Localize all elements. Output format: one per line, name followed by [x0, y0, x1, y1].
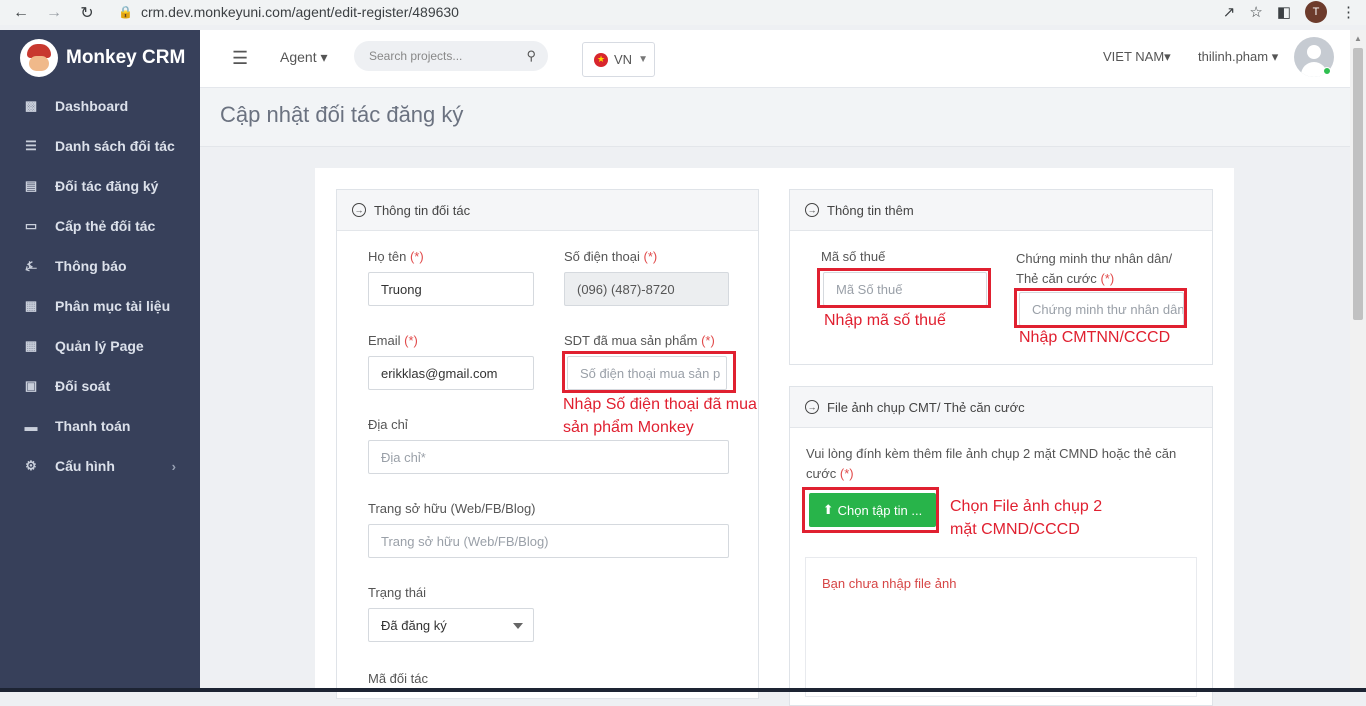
bar-chart-icon: ▩	[24, 98, 38, 113]
sidebar-item-reconciliation[interactable]: ▣ Đối soát	[0, 366, 200, 406]
extra-info-header: → Thông tin thêm	[790, 190, 1212, 231]
credit-card-icon: ▬	[24, 418, 38, 434]
tax-highlight	[817, 268, 991, 308]
partner-info-panel: → Thông tin đối tác Họ tên (*) Truong Số…	[336, 189, 759, 699]
forward-icon[interactable]: →	[43, 2, 65, 24]
caret-down-icon	[513, 623, 523, 629]
bookmark-star-icon[interactable]: ☆	[1249, 3, 1262, 21]
sidebar-item-notifications[interactable]: ⍼ Thông báo	[0, 246, 200, 286]
sidebar-item-registered-partners[interactable]: ▤ Đối tác đăng ký	[0, 166, 200, 206]
top-navbar: ☰ Agent ▾ Search projects... ⚲ ★ VN ▼ VI…	[200, 30, 1350, 88]
taskbar-strip	[0, 688, 1366, 692]
more-menu-icon[interactable]: ⋮	[1341, 3, 1356, 21]
tax-label: Mã số thuế	[821, 249, 886, 264]
chevron-right-icon: ›	[171, 458, 176, 474]
sidebar-item-settings[interactable]: ⚙ Cấu hình ›	[0, 446, 200, 486]
sidebar-item-issue-card[interactable]: ▭ Cấp thẻ đối tác	[0, 206, 200, 246]
lock-icon: 🔒	[118, 5, 133, 19]
name-label: Họ tên (*)	[368, 249, 424, 264]
tax-annotation: Nhập mã số thuế	[824, 312, 946, 329]
user-dropdown[interactable]: thilinh.pham ▾	[1198, 49, 1278, 65]
sidebar-item-page-management[interactable]: ▦ Quản lý Page	[0, 326, 200, 366]
book-icon: ▦	[24, 298, 38, 313]
id-annotation: Nhập CMTNN/CCCD	[1019, 329, 1171, 346]
name-field[interactable]: Truong	[368, 272, 534, 306]
brand[interactable]: Monkey CRM	[0, 30, 200, 86]
menu-toggle-icon[interactable]: ☰	[232, 48, 248, 69]
form-card: → Thông tin đối tác Họ tên (*) Truong Số…	[315, 168, 1234, 706]
email-field[interactable]: erikklas@gmail.com	[368, 356, 534, 390]
file-upload-header: → File ảnh chụp CMT/ Thẻ căn cước	[790, 387, 1212, 428]
arrow-circle-right-icon: →	[805, 400, 819, 414]
address-field[interactable]: Địa chỉ*	[368, 440, 729, 474]
arrow-circle-right-icon: →	[805, 203, 819, 217]
online-status-dot	[1323, 67, 1331, 75]
monkey-logo	[20, 39, 58, 77]
country-dropdown[interactable]: VIET NAM▾	[1103, 49, 1171, 65]
back-icon[interactable]: ←	[10, 2, 32, 24]
partner-code-label: Mã đối tác	[368, 671, 428, 686]
id-label: Chứng minh thư nhân dân/ Thẻ căn cước (*…	[1016, 251, 1173, 286]
sidepanel-icon[interactable]: ◧	[1277, 3, 1291, 21]
language-select[interactable]: ★ VN ▼	[582, 42, 655, 77]
agent-dropdown[interactable]: Agent ▾	[280, 49, 328, 66]
no-file-message: Bạn chưa nhập file ảnh	[822, 576, 957, 591]
search-icon[interactable]: ⚲	[526, 48, 536, 64]
address-bar[interactable]: 🔒 crm.dev.monkeyuni.com/agent/edit-regis…	[110, 1, 1260, 23]
arrow-circle-right-icon: →	[352, 203, 366, 217]
scrollbar-thumb[interactable]	[1353, 48, 1363, 320]
search-input[interactable]: Search projects... ⚲	[354, 41, 548, 71]
status-label: Trạng thái	[368, 585, 427, 600]
sidebar-item-document-categories[interactable]: ▦ Phân mục tài liệu	[0, 286, 200, 326]
file-annotation: Chọn File ảnh chụp 2 mặt CMND/CCCD	[950, 498, 1103, 538]
scroll-up-icon[interactable]: ▲	[1354, 34, 1362, 43]
profile-avatar[interactable]: T	[1305, 1, 1327, 23]
briefcase-icon: ▣	[24, 378, 38, 393]
vietnam-flag-icon: ★	[594, 52, 608, 67]
gear-icon: ⚙	[25, 458, 37, 473]
card-icon: ▭	[24, 218, 38, 233]
caret-down-icon: ▼	[638, 54, 648, 65]
status-select[interactable]: Đã đăng ký	[368, 608, 534, 642]
website-field[interactable]: Trang sở hữu (Web/FB/Blog)	[368, 524, 729, 558]
address-label: Địa chỉ	[368, 417, 408, 432]
bell-icon: ⍼	[25, 258, 37, 273]
phone-label: Số điện thoại (*)	[564, 249, 658, 264]
sidebar-item-dashboard[interactable]: ▩ Dashboard	[0, 86, 200, 126]
page-header: Cập nhật đối tác đăng ký	[200, 88, 1350, 147]
file-upload-panel: → File ảnh chụp CMT/ Thẻ căn cước Vui lò…	[789, 386, 1213, 706]
sidebar-menu: ▩ Dashboard ☰ Danh sách đối tác ▤ Đối tác đ…	[0, 86, 200, 486]
product-phone-label: SDT đã mua sản phẩm (*)	[564, 333, 715, 348]
list-icon: ☰	[25, 138, 37, 153]
sidebar-item-partner-list[interactable]: ☰ Danh sách đối tác	[0, 126, 200, 166]
file-instruction: Vui lòng đính kèm thêm file ảnh chụp 2 m…	[806, 446, 1177, 481]
phone-field[interactable]: (096) (487)-8720	[564, 272, 729, 306]
url-text: crm.dev.monkeyuni.com/agent/edit-registe…	[140, 4, 459, 20]
brand-name: Monkey CRM	[66, 47, 186, 68]
file-button-highlight	[802, 487, 939, 533]
product-phone-annotation: Nhập Số điện thoại đã mua sản phẩm Monke…	[563, 396, 757, 436]
website-label: Trang sở hữu (Web/FB/Blog)	[368, 501, 536, 516]
sidebar: Monkey CRM ▩ Dashboard ☰ Danh sách đối tác…	[0, 30, 200, 692]
product-phone-highlight	[562, 351, 736, 393]
reload-icon[interactable]: ↻	[76, 2, 98, 24]
image-preview-area: Bạn chưa nhập file ảnh	[805, 557, 1197, 697]
page-title: Cập nhật đối tác đăng ký	[220, 102, 464, 127]
browser-toolbar: ← → ↻ 🔒 crm.dev.monkeyuni.com/agent/edit…	[0, 0, 1366, 25]
document-icon: ▤	[24, 178, 38, 193]
sidebar-item-payment[interactable]: ▬ Thanh toán	[0, 406, 200, 446]
share-icon[interactable]: ↗	[1223, 3, 1236, 21]
email-label: Email (*)	[368, 333, 418, 348]
book-icon: ▦	[24, 338, 38, 353]
partner-info-header: → Thông tin đối tác	[337, 190, 758, 231]
id-highlight	[1014, 288, 1187, 328]
